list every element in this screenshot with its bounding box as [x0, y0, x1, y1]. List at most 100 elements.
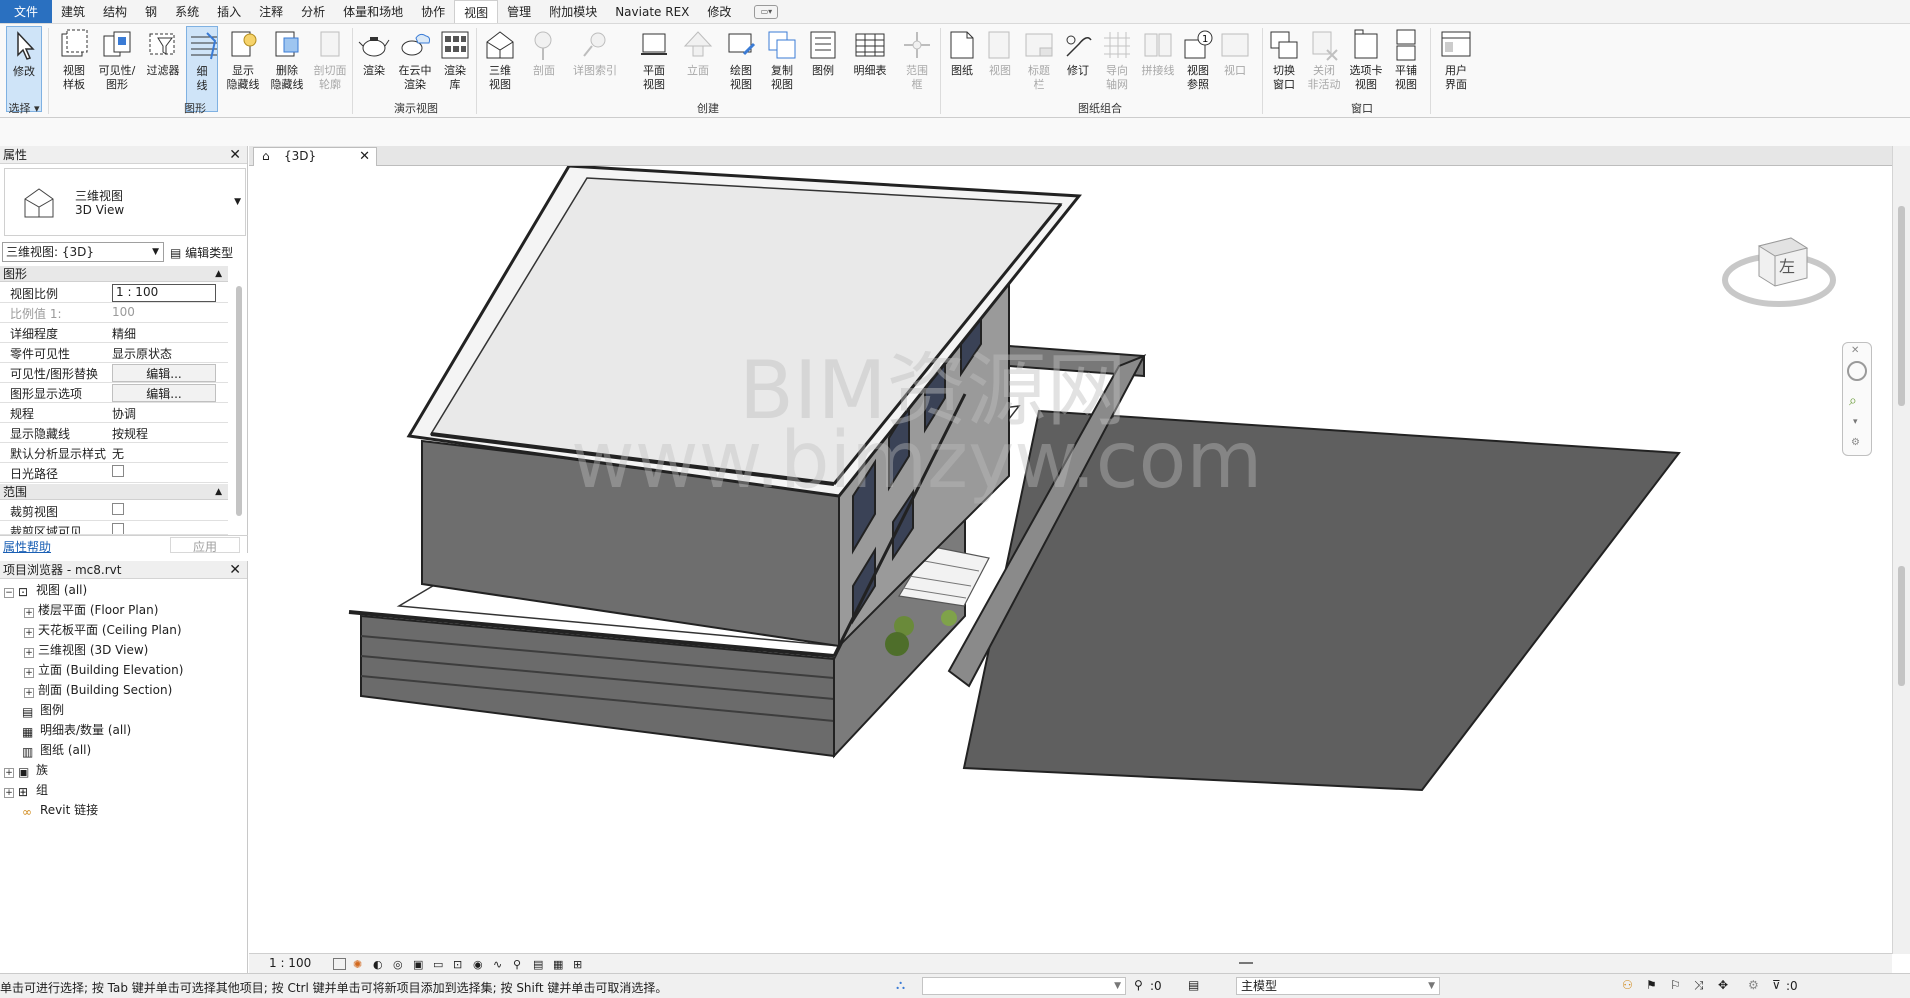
cut-profile-button[interactable]: 剖切面 轮廓 — [310, 26, 350, 112]
tree-legends[interactable]: ▤ 图例 — [22, 701, 64, 719]
tree-groups[interactable]: + ⊞ 组 — [4, 781, 48, 799]
scroll-thumb[interactable] — [1898, 566, 1905, 686]
workset-dropdown[interactable]: ▼ — [922, 977, 1126, 995]
shadows-icon[interactable]: ◐ — [373, 958, 386, 971]
tab-massing-site[interactable]: 体量和场地 — [334, 0, 412, 23]
matchline-button[interactable]: 拼接线 — [1138, 26, 1178, 112]
crop-region-checkbox[interactable] — [112, 523, 124, 534]
design-option-dropdown[interactable]: 主模型 ▼ — [1236, 977, 1440, 995]
prop-view-scale[interactable]: 视图比例 1 : 100 — [0, 283, 228, 303]
plan-views-button[interactable]: 平面 视图 — [634, 26, 674, 112]
building-model[interactable] — [249, 166, 1892, 953]
expand-icon[interactable]: + — [24, 668, 34, 678]
select-by-face-icon[interactable]: ⤨ — [1694, 978, 1704, 993]
view-scale-label[interactable]: 1 : 100 — [269, 956, 311, 970]
tab-naviate-rex[interactable]: Naviate REX — [606, 0, 698, 23]
worksharing-icon[interactable]: ▤ — [533, 958, 546, 971]
tab-analyze[interactable]: 分析 — [292, 0, 334, 23]
scroll-thumb[interactable] — [1898, 206, 1905, 406]
tab-addins[interactable]: 附加模块 — [540, 0, 606, 23]
prop-detail-level[interactable]: 详细程度 精细 — [0, 323, 228, 343]
view-templates-button[interactable]: 视图 样板 — [54, 26, 94, 112]
view-scrollbar[interactable] — [1892, 146, 1910, 954]
drag-elements-icon[interactable]: ✥ — [1718, 978, 1728, 992]
tab-systems[interactable]: 系统 — [166, 0, 208, 23]
view-cube[interactable]: 左 — [1719, 218, 1839, 328]
select-underlay-icon[interactable]: ⚑ — [1646, 978, 1657, 992]
group-extents[interactable]: 范围 ▲ — [0, 484, 228, 500]
tab-modify[interactable]: 修改 — [698, 0, 740, 23]
tab-insert[interactable]: 插入 — [208, 0, 250, 23]
tab-annotate[interactable]: 注释 — [250, 0, 292, 23]
tree-schedules[interactable]: ▦ 明细表/数量 (all) — [22, 721, 131, 739]
collapse-icon[interactable]: − — [4, 588, 14, 598]
prop-discipline[interactable]: 规程 协调 — [0, 403, 228, 423]
tree-views-all[interactable]: − ⊡ 视图 (all) — [4, 581, 87, 599]
reveal-hidden-icon[interactable]: ∿ — [493, 958, 506, 971]
scope-box-button[interactable]: 范围 框 — [898, 26, 936, 112]
switch-windows-button[interactable]: 切换 窗口 — [1266, 26, 1302, 112]
title-block-button[interactable]: 标题 栏 — [1020, 26, 1058, 112]
section-button[interactable]: 剖面 — [524, 26, 564, 112]
splitter-handle[interactable] — [1239, 962, 1253, 964]
ribbon-toggle-icon[interactable]: ▭▾ — [754, 5, 779, 19]
steering-wheel-icon[interactable] — [1847, 361, 1867, 381]
settings-icon[interactable]: ⚙ — [1851, 437, 1860, 448]
tree-3d-view[interactable]: + 三维视图 (3D View) — [24, 641, 148, 659]
graphic-display-edit-button[interactable]: 编辑... — [112, 384, 216, 402]
close-icon[interactable]: ✕ — [1851, 345, 1859, 356]
close-icon[interactable]: ✕ — [359, 148, 370, 165]
crop-icon[interactable]: ▣ — [413, 958, 426, 971]
temp-hide-icon[interactable]: ◉ — [473, 958, 486, 971]
legends-button[interactable]: 图例 — [806, 26, 840, 112]
design-options-icon[interactable]: ▤ — [1188, 978, 1199, 992]
tree-section[interactable]: + 剖面 (Building Section) — [24, 681, 172, 699]
duplicate-view-button[interactable]: 复制 视图 — [762, 26, 802, 112]
show-hidden-lines-button[interactable]: 显示 隐藏线 — [222, 26, 264, 112]
pin-icon[interactable]: ⚲ — [513, 958, 526, 971]
tab-architecture[interactable]: 建筑 — [52, 0, 94, 23]
tab-collaborate[interactable]: 协作 — [412, 0, 454, 23]
chevron-down-icon[interactable]: ▾ — [1853, 417, 1858, 427]
schedules-button[interactable]: 明细表 — [846, 26, 894, 112]
vg-edit-button[interactable]: 编辑... — [112, 364, 216, 382]
view-tab-3d[interactable]: ⌂ {3D} ✕ — [253, 147, 377, 166]
visibility-graphics-button[interactable]: 可见性/ 图形 — [96, 26, 138, 112]
view-reference-button[interactable]: 1 视图 参照 — [1180, 26, 1216, 112]
close-icon[interactable]: ✕ — [229, 561, 241, 579]
constraints-icon[interactable]: ⊞ — [573, 958, 586, 971]
prop-parts-visibility[interactable]: 零件可见性 显示原状态 — [0, 343, 228, 363]
3d-view-button[interactable]: 三维 视图 — [480, 26, 520, 112]
filter-icon[interactable]: ⊽ — [1772, 978, 1781, 992]
prop-analysis-style[interactable]: 默认分析显示样式无 — [0, 443, 228, 463]
tab-structure[interactable]: 结构 — [94, 0, 136, 23]
expand-icon[interactable]: + — [4, 768, 14, 778]
tab-steel[interactable]: 钢 — [136, 0, 166, 23]
3d-view-canvas[interactable]: BIM资源网 www.bimzyw.com 左 — [249, 166, 1892, 953]
edit-type-button[interactable]: ▤ 编辑类型 — [170, 244, 233, 261]
instance-selector[interactable]: 三维视图: {3D} ▼ — [2, 242, 164, 262]
tree-elevation[interactable]: + 立面 (Building Elevation) — [24, 661, 183, 679]
type-selector[interactable]: 三维视图 3D View ▼ — [4, 168, 246, 236]
place-view-button[interactable]: 视图 — [982, 26, 1018, 112]
background-processes-icon[interactable]: ⚙ — [1748, 978, 1759, 992]
panel-label-select[interactable]: 选择 ▾ — [4, 100, 44, 116]
tree-floor-plan[interactable]: + 楼层平面 (Floor Plan) — [24, 601, 158, 619]
remove-hidden-lines-button[interactable]: 删除 隐藏线 — [266, 26, 308, 112]
tree-sheets[interactable]: ▥ 图纸 (all) — [22, 741, 91, 759]
crop-view-checkbox[interactable] — [112, 503, 124, 515]
tree-families[interactable]: + ▣ 族 — [4, 761, 48, 779]
analytical-model-icon[interactable]: ▦ — [553, 958, 566, 971]
close-icon[interactable]: ✕ — [229, 146, 241, 164]
detail-level-icon[interactable] — [333, 958, 346, 970]
callout-button[interactable]: 详图索引 — [568, 26, 622, 112]
group-graphics[interactable]: 图形 ▲ — [0, 266, 228, 282]
tab-view[interactable]: 视图 — [454, 0, 499, 23]
prop-show-hidden-lines[interactable]: 显示隐藏线 按规程 — [0, 423, 228, 443]
crop-region-icon[interactable]: ▭ — [433, 958, 446, 971]
select-pinned-icon[interactable]: ⚐ — [1670, 978, 1681, 992]
tree-ceiling-plan[interactable]: + 天花板平面 (Ceiling Plan) — [24, 621, 182, 639]
tree-revit-links[interactable]: ∞ Revit 链接 — [22, 801, 98, 819]
expand-icon[interactable]: + — [4, 788, 14, 798]
viewports-button[interactable]: 视口 — [1218, 26, 1252, 112]
